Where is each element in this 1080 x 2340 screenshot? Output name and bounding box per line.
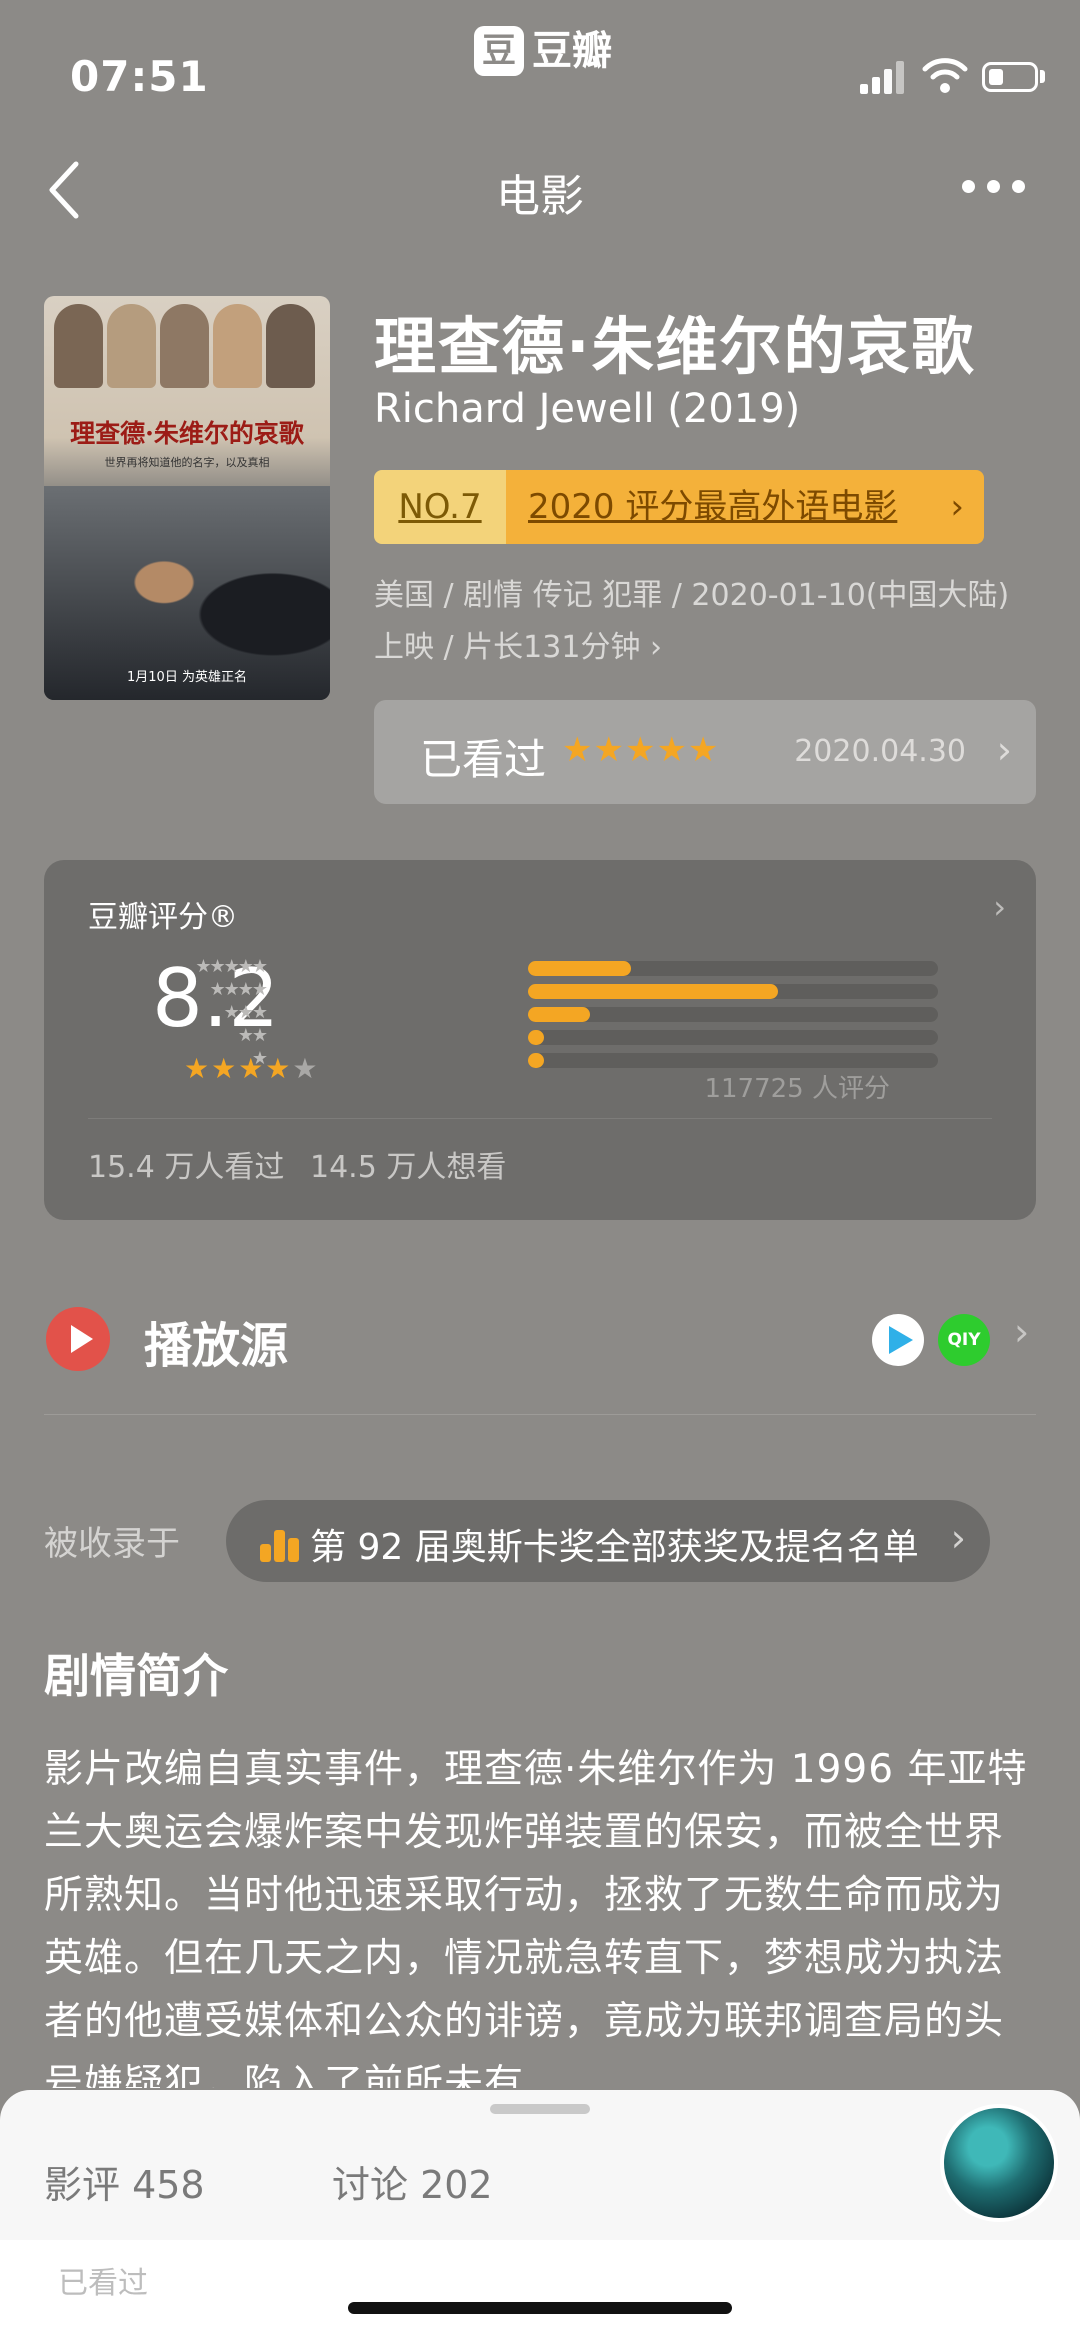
chevron-right-icon[interactable]: ›	[1014, 1310, 1029, 1354]
douban-rating-card[interactable]: 豆瓣评分® › 8.2 ★★★★★ ★★★★★ ★★★★ ★★★ ★★ ★ 117725…	[44, 860, 1036, 1220]
play-source-label[interactable]: 播放源	[144, 1306, 288, 1376]
movie-original-title: Richard Jewell (2019)	[374, 386, 801, 432]
bar-star-label: ★	[251, 1048, 268, 1069]
rating-bar-track	[528, 1030, 938, 1045]
douban-logo-icon: 豆	[474, 26, 524, 76]
my-rating-stars: ★★★★★	[562, 730, 720, 770]
rating-bar-track	[528, 1007, 938, 1022]
watched-label: 已看过	[420, 735, 547, 784]
signal-icon	[860, 60, 906, 94]
synopsis-text[interactable]: 影片改编自真实事件，理查德·朱维尔作为 1996 年亚特兰大奥运会爆炸案中发现炸…	[44, 1738, 1036, 2088]
rank-list-link[interactable]: 2020 评分最高外语电影 ›	[506, 470, 984, 544]
app-name: 豆瓣	[532, 28, 612, 74]
seen-count[interactable]: 15.4 万人看过	[88, 1142, 284, 1186]
poster-release-note: 1月10日 为英雄正名	[127, 670, 247, 685]
iqiyi-icon[interactable]: QIY	[938, 1314, 990, 1366]
play-icon[interactable]	[46, 1307, 110, 1371]
poster-tagline: 世界再将知道他的名字，以及真相	[104, 456, 270, 469]
collection-link[interactable]: 第 92 届奥斯卡奖全部获奖及提名名单 ›	[226, 1500, 990, 1582]
want-count[interactable]: 14.5 万人想看	[310, 1142, 506, 1186]
page-title: 电影	[496, 171, 584, 222]
divider	[44, 1414, 1036, 1415]
status-time: 07:51	[70, 52, 209, 101]
rating-bar-fill	[528, 984, 779, 999]
rating-title: 豆瓣评分®	[88, 900, 238, 935]
sheet-list-row	[0, 2240, 1080, 2340]
rank-list-label: 2020 评分最高外语电影	[528, 487, 898, 527]
user-avatar[interactable]	[940, 2104, 1058, 2222]
chevron-right-icon: ›	[996, 728, 1012, 772]
rating-stars-off: ★	[292, 1052, 320, 1085]
rating-bar-track	[528, 1053, 938, 1068]
rating-bar-fill	[528, 1053, 545, 1068]
rank-number: NO.7	[374, 470, 506, 544]
watched-status-button[interactable]: 已看过 ★★★★★ 2020.04.30 ›	[374, 700, 1036, 804]
bar-star-label: ★★	[237, 1025, 268, 1046]
wifi-icon	[922, 58, 968, 93]
movie-poster[interactable]: 理查德·朱维尔的哀歌 世界再将知道他的名字，以及真相 1月10日 为英雄正名	[44, 296, 330, 700]
home-indicator[interactable]	[348, 2302, 732, 2314]
bar-star-label: ★★★★	[209, 979, 268, 1000]
tencent-video-icon[interactable]	[872, 1314, 924, 1366]
poster-title: 理查德·朱维尔的哀歌	[70, 419, 304, 448]
synopsis-title: 剧情简介	[44, 1649, 228, 1703]
rating-bar-track	[528, 984, 938, 999]
collection-name: 第 92 届奥斯卡奖全部获奖及提名名单	[310, 1527, 919, 1568]
rating-count: 117725 人评分	[704, 1074, 890, 1104]
battery-tip	[1040, 70, 1045, 83]
sheet-hint: 已看过	[58, 2266, 148, 2301]
rating-bar-fill	[528, 1030, 545, 1045]
tab-discussion[interactable]: 讨论 202	[332, 2154, 493, 2209]
divider	[88, 1118, 992, 1119]
rating-bar-fill	[528, 1007, 590, 1022]
sheet-drag-handle[interactable]	[490, 2104, 590, 2114]
movie-title: 理查德·朱维尔的哀歌	[374, 310, 976, 383]
chevron-right-icon[interactable]: ›	[993, 888, 1006, 926]
battery-icon	[982, 62, 1038, 92]
award-list-icon	[260, 1522, 300, 1562]
poster-cast-faces	[54, 304, 320, 388]
ranking-badge[interactable]: NO.7 2020 评分最高外语电影 ›	[374, 470, 984, 544]
rating-bar-track	[528, 961, 938, 976]
chevron-right-icon: ›	[950, 1516, 966, 1560]
bar-star-label: ★★★★★	[195, 956, 268, 977]
collection-label: 被收录于	[44, 1524, 180, 1564]
rating-bar-fill	[528, 961, 631, 976]
tab-reviews[interactable]: 影评 458	[44, 2154, 205, 2209]
more-options-icon[interactable]	[962, 176, 1026, 196]
chevron-right-icon: ›	[950, 487, 964, 527]
bar-star-label: ★★★	[223, 1002, 268, 1023]
watched-date: 2020.04.30	[794, 734, 966, 769]
movie-meta[interactable]: 美国 / 剧情 传记 犯罪 / 2020-01-10(中国大陆) 上映 / 片长…	[374, 570, 1014, 674]
